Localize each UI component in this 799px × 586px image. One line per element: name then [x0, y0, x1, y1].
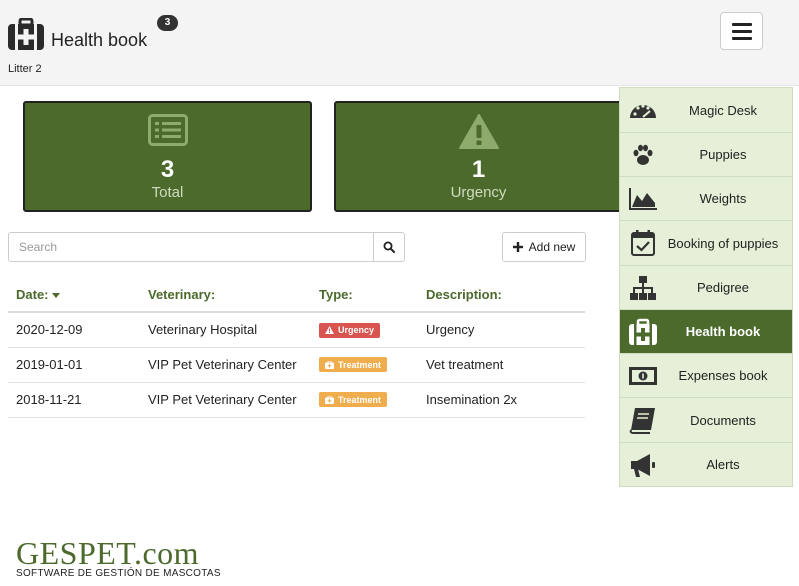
- type-badge-urgency: Urgency: [319, 322, 381, 338]
- warning-triangle-icon: [325, 326, 334, 334]
- sort-descending-icon: [51, 293, 60, 299]
- sidebar-item-label: Magic Desk: [689, 102, 757, 118]
- dashboard-icon: [630, 104, 656, 118]
- row-description: Insemination 2x: [418, 382, 585, 418]
- stat-urgency-card[interactable]: 1 Urgency: [334, 101, 623, 212]
- type-badge-treatment: Treatment: [319, 357, 388, 373]
- row-veterinary: VIP Pet Veterinary Center: [140, 347, 311, 383]
- sidebar-item-label: Alerts: [706, 457, 740, 472]
- row-veterinary: VIP Pet Veterinary Center: [140, 382, 311, 418]
- hamburger-menu-button[interactable]: [720, 12, 763, 50]
- paw-icon: [633, 144, 653, 165]
- column-header-label: Veterinary:: [148, 287, 216, 302]
- sidebar-item-label: Booking of puppies: [667, 235, 779, 251]
- area-chart-icon: [629, 187, 657, 210]
- plus-icon: [512, 242, 523, 252]
- add-new-button[interactable]: Add new: [502, 232, 586, 262]
- add-new-label: Add new: [528, 240, 576, 254]
- type-badge-treatment: Treatment: [319, 392, 388, 408]
- sidebar-item-pedigree[interactable]: Pedigree: [620, 266, 792, 310]
- hamburger-bar: [731, 22, 752, 26]
- count-badge: 3: [157, 15, 178, 31]
- sidebar-item-expenses-book[interactable]: Expenses book: [620, 354, 792, 398]
- column-header-veterinary[interactable]: Veterinary:: [140, 278, 311, 313]
- stat-total-value: 3: [160, 156, 175, 183]
- table-header-row: Date: Veterinary: Type: Description:: [8, 278, 585, 313]
- column-header-type[interactable]: Type:: [311, 278, 418, 313]
- health-records-table: Date: Veterinary: Type: Description: 202…: [8, 278, 585, 418]
- row-description: Urgency: [418, 312, 585, 348]
- stat-total-card[interactable]: 3 Total: [23, 101, 312, 212]
- type-badge-label: Treatment: [338, 394, 382, 405]
- column-header-date[interactable]: Date:: [8, 278, 140, 313]
- column-header-label: Date:: [16, 287, 49, 302]
- sidebar-item-label: Pedigree: [696, 280, 750, 295]
- stat-urgency-label: Urgency: [450, 184, 507, 201]
- row-veterinary: Veterinary Hospital: [140, 312, 311, 348]
- row-type: Treatment: [311, 347, 418, 383]
- sidebar-item-magic-desk[interactable]: Magic Desk: [620, 88, 792, 133]
- gespet-logo[interactable]: GESPET.com SOFTWARE DE GESTIÓN DE MASCOT…: [16, 536, 221, 579]
- type-badge-label: Urgency: [338, 325, 375, 335]
- medkit-icon: [325, 360, 334, 369]
- sidebar-item-documents[interactable]: Documents: [620, 398, 792, 443]
- row-type: Treatment: [311, 382, 418, 418]
- sidebar-nav: Magic Desk Puppies Weights Booking of pu…: [619, 87, 793, 487]
- column-header-label: Type:: [319, 287, 353, 302]
- type-badge-label: Treatment: [338, 359, 382, 370]
- row-date: 2018-11-21: [8, 382, 140, 418]
- sidebar-item-label: Puppies: [699, 147, 747, 162]
- row-date: 2019-01-01: [8, 347, 140, 383]
- sidebar-item-booking-of-puppies[interactable]: Booking of puppies: [620, 221, 792, 266]
- hamburger-bar: [731, 29, 752, 33]
- sidebar-item-puppies[interactable]: Puppies: [620, 133, 792, 177]
- row-description: Vet treatment: [418, 347, 585, 383]
- megaphone-icon: [631, 453, 655, 477]
- stat-total-label: Total: [151, 184, 184, 201]
- warning-triangle-icon: [458, 114, 499, 149]
- row-type: Urgency: [311, 312, 418, 348]
- search-input[interactable]: [8, 232, 373, 262]
- logo-wordmark: GESPET.com: [16, 535, 200, 571]
- sidebar-item-alerts[interactable]: Alerts: [620, 443, 792, 486]
- sidebar-item-health-book[interactable]: Health book: [620, 310, 792, 354]
- search-group: [8, 232, 405, 262]
- list-icon: [147, 114, 188, 146]
- row-date: 2020-12-09: [8, 312, 140, 348]
- book-icon: [629, 408, 655, 434]
- table-row[interactable]: 2018-11-21 VIP Pet Veterinary Center Tre…: [8, 382, 585, 418]
- calendar-check-icon: [631, 230, 655, 256]
- medkit-icon: [8, 18, 44, 50]
- sidebar-item-label: Documents: [690, 412, 756, 428]
- page-header: Health book 3 Litter 2: [0, 0, 799, 86]
- hamburger-bar: [731, 36, 752, 40]
- logo-tagline: SOFTWARE DE GESTIÓN DE MASCOTAS: [16, 568, 221, 579]
- money-icon: [629, 366, 657, 385]
- column-header-description[interactable]: Description:: [418, 278, 585, 313]
- search-button[interactable]: [373, 232, 405, 262]
- medkit-icon: [629, 318, 657, 345]
- sitemap-icon: [630, 275, 656, 300]
- sidebar-item-label: Expenses book: [678, 368, 768, 383]
- table-row[interactable]: 2019-01-01 VIP Pet Veterinary Center Tre…: [8, 347, 585, 383]
- table-row[interactable]: 2020-12-09 Veterinary Hospital Urgency U…: [8, 312, 585, 348]
- sidebar-item-weights[interactable]: Weights: [620, 177, 792, 221]
- column-header-label: Description:: [426, 287, 502, 302]
- page-title: Health book: [51, 30, 148, 50]
- sidebar-item-label: Health book: [685, 324, 761, 339]
- litter-subtitle: Litter 2: [8, 63, 42, 75]
- medkit-icon: [325, 395, 334, 404]
- sidebar-item-label: Weights: [699, 191, 747, 206]
- search-icon: [383, 241, 395, 253]
- stat-urgency-value: 1: [471, 156, 486, 183]
